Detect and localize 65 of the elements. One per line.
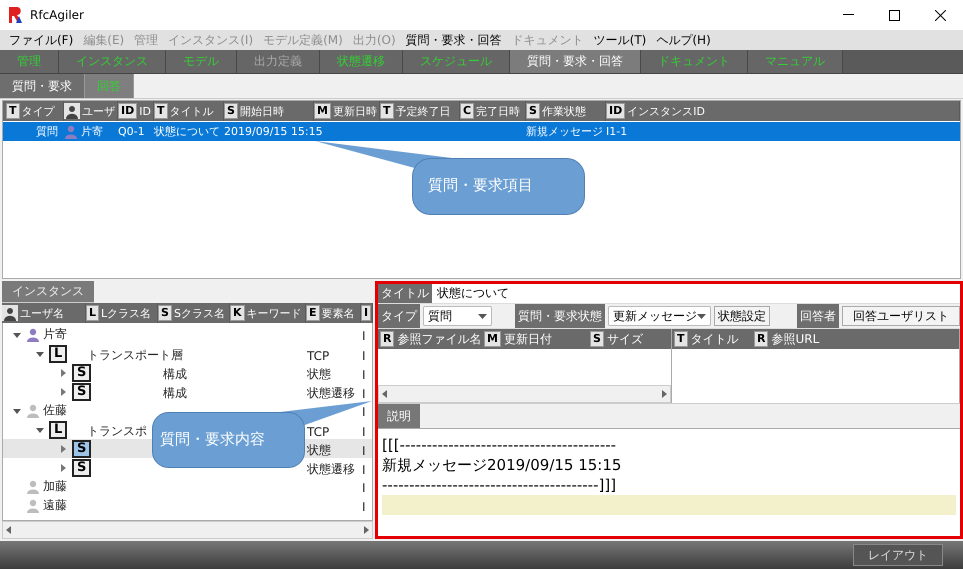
sclass-name: 構成 (162, 386, 187, 400)
description-line: ----------------------------------------]]] (382, 475, 618, 495)
node-type-badge: L (49, 345, 68, 363)
column-type-badge: R (754, 331, 768, 347)
instance-id: I (362, 348, 366, 362)
node-type-badge: L (49, 421, 68, 439)
column-type-badge: M (314, 103, 331, 119)
column-type-badge: C (460, 103, 474, 119)
column-type-badge: T (6, 103, 20, 119)
table-cell: 片寄 (81, 124, 103, 139)
element-name: 状態遷移 (307, 462, 355, 476)
table-cell-text: Q0-1 (118, 125, 146, 138)
element-name: TCP (307, 424, 330, 438)
table-cell-text: 2019/09/15 15:15 (224, 125, 324, 138)
user-name: 佐藤 (43, 402, 67, 419)
column-type-badge: M (484, 331, 501, 347)
table-cell-text: I1-1 (606, 125, 628, 138)
lclass-name: トランスポ (87, 424, 147, 438)
field-label: タイトル (378, 284, 432, 303)
user-name: 片寄 (43, 326, 67, 343)
column-type-badge: R (380, 331, 394, 347)
column-type-badge: ID (606, 103, 626, 119)
field-label: 回答者 (797, 304, 839, 328)
callout-text: 質問・要求項目 (428, 176, 533, 195)
element-name: 状態 (307, 443, 331, 457)
column-type-badge: L (86, 305, 100, 321)
column-type-badge: E (306, 305, 320, 321)
instance-id: I (362, 405, 366, 419)
callout-text: 質問・要求内容 (160, 430, 265, 449)
instance-id: I (362, 462, 366, 476)
instance-id: I (362, 500, 366, 514)
instance-id: I (362, 481, 366, 495)
description-line: [[[---------------------------------------- (382, 435, 618, 455)
field-label: タイプ (378, 304, 420, 328)
node-type-badge: S (72, 459, 92, 477)
instance-id: I (362, 368, 366, 382)
instance-id: I (362, 444, 366, 458)
node-type-badge: S (72, 440, 92, 458)
element-name: TCP (307, 348, 330, 362)
column-type-badge: T (154, 103, 168, 119)
instance-id: I (362, 329, 366, 343)
table-cell-text: 新規メッセージ (526, 124, 604, 139)
instance-id: I (362, 386, 366, 400)
column-type-badge: S (224, 103, 238, 119)
element-name: 状態 (307, 367, 331, 381)
table-cell-text: 質問 (35, 124, 59, 139)
field-label: 質問・要求状態 (515, 304, 606, 328)
node-type-badge: S (72, 383, 92, 401)
node-type-badge: S (72, 364, 92, 382)
instance-id: I (362, 424, 366, 438)
description-line: 新規メッセージ2019/09/15 15:15 (382, 455, 622, 475)
element-name: 状態遷移 (307, 386, 355, 400)
column-type-badge: T (380, 103, 394, 119)
sclass-name: 構成 (162, 367, 187, 381)
lclass-name: トランスポート層 (87, 348, 183, 362)
table-cell-text: 状態について (154, 124, 221, 139)
column-type-badge: ID (118, 103, 138, 119)
column-type-badge: S (158, 305, 172, 321)
column-type-badge: S (526, 103, 540, 119)
column-type-badge: K (230, 305, 245, 321)
window-title: RfcAgiler (30, 8, 85, 22)
column-type-badge: S (590, 331, 604, 347)
user-name: 遠藤 (43, 497, 67, 514)
column-type-badge: T (674, 331, 688, 347)
user-name: 加藤 (43, 478, 67, 495)
